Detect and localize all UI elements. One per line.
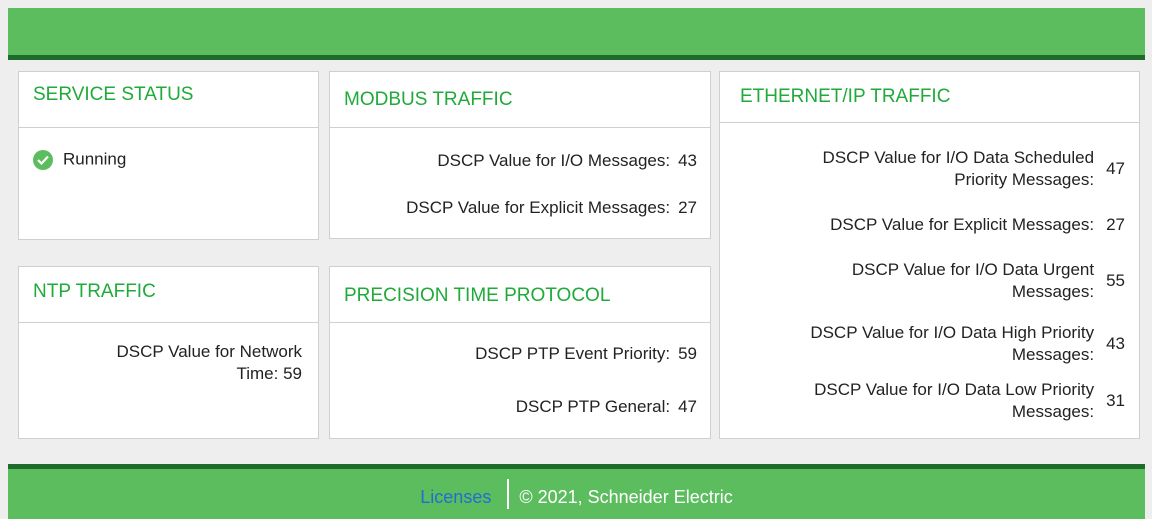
card-title: MODBUS TRAFFIC [330, 72, 710, 128]
ptp-event-row: DSCP PTP Event Priority: 59 [475, 343, 697, 365]
ethernet-ip-row-label: DSCP Value for I/O Data Low Priority Mess… [814, 379, 1094, 423]
ethernet-ip-row-label-line2: Messages: [1011, 282, 1095, 301]
ntp-dscp-label-line2: Time: 59 [236, 364, 302, 383]
ntp-dscp-label-line1: DSCP Value for Network [116, 342, 303, 361]
top-banner [8, 8, 1145, 60]
ptp-card: PRECISION TIME PROTOCOL DSCP PTP Event P… [329, 266, 711, 439]
licenses-link[interactable]: Licenses [420, 487, 491, 507]
ethernet-ip-row-label: DSCP Value for I/O Data High Priority Mes… [810, 322, 1094, 366]
modbus-io-row: DSCP Value for I/O Messages: 43 [437, 150, 697, 172]
modbus-traffic-card: MODBUS TRAFFIC DSCP Value for I/O Messag… [329, 71, 711, 239]
service-status-card: SERVICE STATUS Running [18, 71, 319, 240]
modbus-io-value: 43 [678, 151, 697, 170]
ethernet-ip-row-label-line2: Messages: [1011, 402, 1095, 421]
ethernet-ip-row: DSCP Value for I/O Data High Priority Mes… [810, 322, 1125, 366]
copyright-text: © 2021, Schneider Electric [519, 486, 733, 507]
ptp-general-row: DSCP PTP General: 47 [516, 396, 697, 418]
service-state-row: Running [33, 149, 126, 170]
modbus-explicit-label: DSCP Value for Explicit Messages: [406, 198, 671, 217]
check-circle-icon [33, 149, 53, 170]
service-state-text: Running [63, 149, 127, 169]
card-title: SERVICE STATUS [19, 72, 318, 128]
ptp-event-value: 59 [678, 344, 697, 363]
footer-divider [507, 479, 510, 509]
ethernet-ip-row-label: DSCP Value for Explicit Messages: [830, 214, 1094, 236]
card-title: NTP TRAFFIC [19, 267, 318, 323]
ethernet-ip-row-label-line1: DSCP Value for Explicit Messages: [830, 215, 1095, 234]
modbus-io-label: DSCP Value for I/O Messages: [437, 151, 671, 170]
ethernet-ip-row-label: DSCP Value for I/O Data Urgent Messages: [852, 259, 1094, 303]
ethernet-ip-row: DSCP Value for Explicit Messages: 27 [830, 214, 1125, 236]
ethernet-ip-row-value: 31 [1106, 391, 1125, 410]
ethernet-ip-row-label-line2: Messages: [1011, 345, 1095, 364]
ethernet-ip-row: DSCP Value for I/O Data Low Priority Mess… [814, 379, 1125, 423]
modbus-explicit-row: DSCP Value for Explicit Messages: 27 [406, 197, 697, 219]
ethernet-ip-row-label-line1: DSCP Value for I/O Data Urgent [851, 260, 1095, 279]
ethernet-ip-traffic-card: ETHERNET/IP TRAFFIC DSCP Value for I/O D… [719, 71, 1140, 439]
ntp-dscp-row: DSCP Value for Network Time: 59 [117, 341, 303, 385]
ptp-general-label: DSCP PTP General: [515, 397, 671, 416]
card-title: ETHERNET/IP TRAFFIC [720, 72, 1139, 123]
ptp-event-label: DSCP PTP Event Priority: [475, 344, 671, 363]
ethernet-ip-row-label-line1: DSCP Value for I/O Data Scheduled [822, 148, 1095, 167]
footer: Licenses © 2021, Schneider Electric [8, 464, 1145, 519]
ethernet-ip-row: DSCP Value for I/O Data Scheduled Priorit… [823, 147, 1125, 191]
ethernet-ip-row-label-line1: DSCP Value for I/O Data Low Priority [814, 380, 1095, 399]
ethernet-ip-row-value: 27 [1106, 215, 1125, 234]
ethernet-ip-row-label-line2: Priority Messages: [954, 170, 1095, 189]
modbus-explicit-value: 27 [678, 198, 697, 217]
ethernet-ip-row-label: DSCP Value for I/O Data Scheduled Priorit… [823, 147, 1095, 191]
ethernet-ip-row: DSCP Value for I/O Data Urgent Messages: 5… [852, 259, 1125, 303]
footer-content: Licenses © 2021, Schneider Electric [8, 479, 1145, 513]
ethernet-ip-row-value: 47 [1106, 159, 1125, 178]
ethernet-ip-row-value: 43 [1106, 334, 1125, 353]
ethernet-ip-row-value: 55 [1106, 271, 1125, 290]
card-title: PRECISION TIME PROTOCOL [330, 267, 710, 323]
ntp-traffic-card: NTP TRAFFIC DSCP Value for Network Time:… [18, 266, 319, 439]
ethernet-ip-row-label-line1: DSCP Value for I/O Data High Priority [810, 323, 1095, 342]
ptp-general-value: 47 [678, 397, 697, 416]
